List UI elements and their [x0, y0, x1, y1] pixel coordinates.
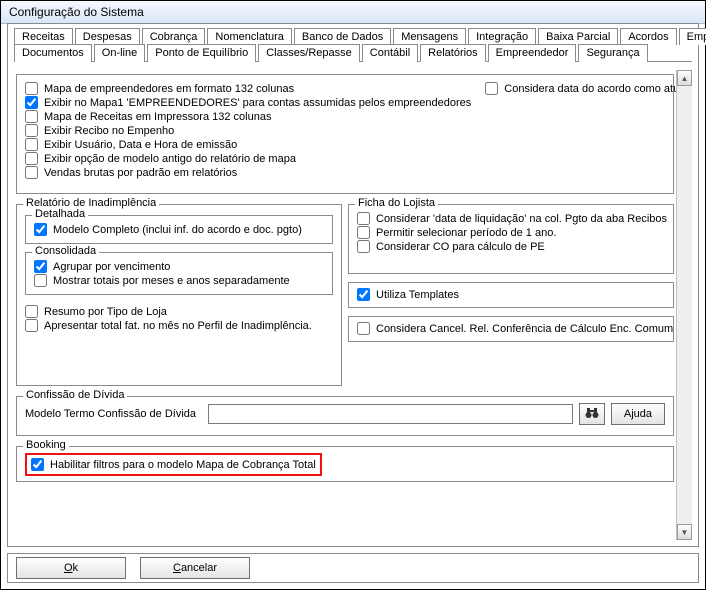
- scroll-down-arrow-icon[interactable]: ▼: [677, 524, 692, 540]
- chk-top-2[interactable]: Mapa de Receitas em Impressora 132 colun…: [25, 110, 471, 123]
- window-title: Configuração do Sistema: [9, 5, 144, 19]
- checkbox[interactable]: [25, 166, 38, 179]
- checkbox[interactable]: [34, 223, 47, 236]
- chk-utiliza-templates[interactable]: Utiliza Templates: [357, 288, 665, 301]
- chk-ficha-0[interactable]: Considerar 'data de liquidação' na col. …: [357, 212, 665, 225]
- tabs-row-1: ReceitasDespesasCobrançaNomenclaturaBanc…: [8, 24, 698, 44]
- tab-page-relatorios: Mapa de empreendedores em formato 132 co…: [14, 70, 692, 540]
- chk-top-3[interactable]: Exibir Recibo no Empenho: [25, 124, 471, 137]
- chk-top-6[interactable]: Vendas brutas por padrão em relatórios: [25, 166, 471, 179]
- cancel-button[interactable]: Cancelar: [140, 557, 250, 579]
- tab-documentos[interactable]: Documentos: [14, 44, 92, 62]
- tab-empreendedor[interactable]: Empreendedor: [488, 44, 577, 62]
- chk-top-5[interactable]: Exibir opção de modelo antigo do relatór…: [25, 152, 471, 165]
- scroll-track[interactable]: [677, 86, 692, 524]
- chk-ficha-2[interactable]: Considerar CO para cálculo de PE: [357, 240, 665, 253]
- legend-confissao: Confissão de Dívida: [23, 389, 127, 401]
- top-options-group: Mapa de empreendedores em formato 132 co…: [16, 74, 674, 194]
- checkbox[interactable]: [357, 288, 370, 301]
- checkbox[interactable]: [25, 82, 38, 95]
- checkbox[interactable]: [25, 124, 38, 137]
- legend-booking: Booking: [23, 439, 69, 451]
- dialog-footer: Ok Cancelar: [7, 553, 699, 583]
- group-confissao: Confissão de Dívida Modelo Termo Confiss…: [16, 396, 674, 436]
- checkbox[interactable]: [357, 322, 370, 335]
- chk-considera-cancel-rel[interactable]: Considera Cancel. Rel. Conferência de Cá…: [357, 322, 665, 335]
- top-options-right: Considera data do acordo como atual no r…: [471, 81, 692, 185]
- top-options-left: Mapa de empreendedores em formato 132 co…: [25, 81, 471, 185]
- checkbox[interactable]: [25, 96, 38, 109]
- checkbox[interactable]: [25, 319, 38, 332]
- group-inadimplencia: Relatório de Inadimplência Detalhada Mod…: [16, 204, 342, 386]
- checkbox[interactable]: [34, 260, 47, 273]
- chk-consolidada-1[interactable]: Mostrar totais por meses e anos separada…: [34, 274, 324, 287]
- checkbox[interactable]: [485, 82, 498, 95]
- tab-ponto-de-equil-brio[interactable]: Ponto de Equilíbrio: [147, 44, 256, 62]
- checkbox[interactable]: [25, 110, 38, 123]
- checkbox[interactable]: [31, 458, 44, 471]
- checkbox[interactable]: [34, 274, 47, 287]
- chk-consolidada-0[interactable]: Agrupar por vencimento: [34, 260, 324, 273]
- tab-cont-bil[interactable]: Contábil: [362, 44, 418, 62]
- group-templates: Utiliza Templates: [348, 282, 674, 308]
- checkbox[interactable]: [357, 212, 370, 225]
- tab-relat-rios[interactable]: Relatórios: [420, 44, 486, 62]
- chk-inad-extra-0[interactable]: Resumo por Tipo de Loja: [25, 305, 333, 318]
- sub-detalhada: Detalhada Modelo Completo (inclui inf. d…: [25, 215, 333, 244]
- browse-button[interactable]: [579, 403, 605, 425]
- group-booking: Booking Habilitar filtros para o modelo …: [16, 446, 674, 482]
- highlighted-option: Habilitar filtros para o modelo Mapa de …: [25, 453, 322, 476]
- chk-top-4[interactable]: Exibir Usuário, Data e Hora de emissão: [25, 138, 471, 151]
- dialog-client: ReceitasDespesasCobrançaNomenclaturaBanc…: [7, 23, 699, 547]
- checkbox[interactable]: [25, 138, 38, 151]
- checkbox[interactable]: [25, 305, 38, 318]
- checkbox[interactable]: [357, 240, 370, 253]
- chk-habilitar-filtros-mapa[interactable]: Habilitar filtros para o modelo Mapa de …: [31, 458, 316, 471]
- chk-ficha-1[interactable]: Permitir selecionar período de 1 ano.: [357, 226, 665, 239]
- ok-button[interactable]: Ok: [16, 557, 126, 579]
- legend-ficha: Ficha do Lojista: [355, 197, 438, 209]
- chk-modelo-completo[interactable]: Modelo Completo (inclui inf. do acordo e…: [34, 223, 324, 236]
- tabs-row-2: DocumentosOn-linePonto de EquilíbrioClas…: [8, 43, 698, 61]
- binoculars-icon: [585, 407, 599, 422]
- chk-considera-data-acordo[interactable]: Considera data do acordo como atual no r…: [485, 82, 692, 95]
- tab-on-line[interactable]: On-line: [94, 44, 145, 62]
- chk-inad-extra-1[interactable]: Apresentar total fat. no mês no Perfil d…: [25, 319, 333, 332]
- chk-top-0[interactable]: Mapa de empreendedores em formato 132 co…: [25, 82, 471, 95]
- tab-classes-repasse[interactable]: Classes/Repasse: [258, 44, 360, 62]
- sub-consolidada: Consolidada Agrupar por vencimentoMostra…: [25, 252, 333, 295]
- tab-seguran-a[interactable]: Segurança: [578, 44, 647, 62]
- help-button[interactable]: Ajuda: [611, 403, 665, 425]
- checkbox[interactable]: [25, 152, 38, 165]
- chk-top-1[interactable]: Exibir no Mapa1 'EMPREENDEDORES' para co…: [25, 96, 471, 109]
- window-titlebar: Configuração do Sistema: [1, 1, 705, 24]
- scroll-up-arrow-icon[interactable]: ▲: [677, 70, 692, 86]
- label-modelo-termo: Modelo Termo Confissão de Dívida: [25, 408, 196, 420]
- checkbox[interactable]: [357, 226, 370, 239]
- vertical-scrollbar[interactable]: ▲ ▼: [676, 70, 692, 540]
- group-ficha-lojista: Ficha do Lojista Considerar 'data de liq…: [348, 204, 674, 274]
- input-modelo-termo[interactable]: [208, 404, 573, 424]
- group-cancel-rel: Considera Cancel. Rel. Conferência de Cá…: [348, 316, 674, 342]
